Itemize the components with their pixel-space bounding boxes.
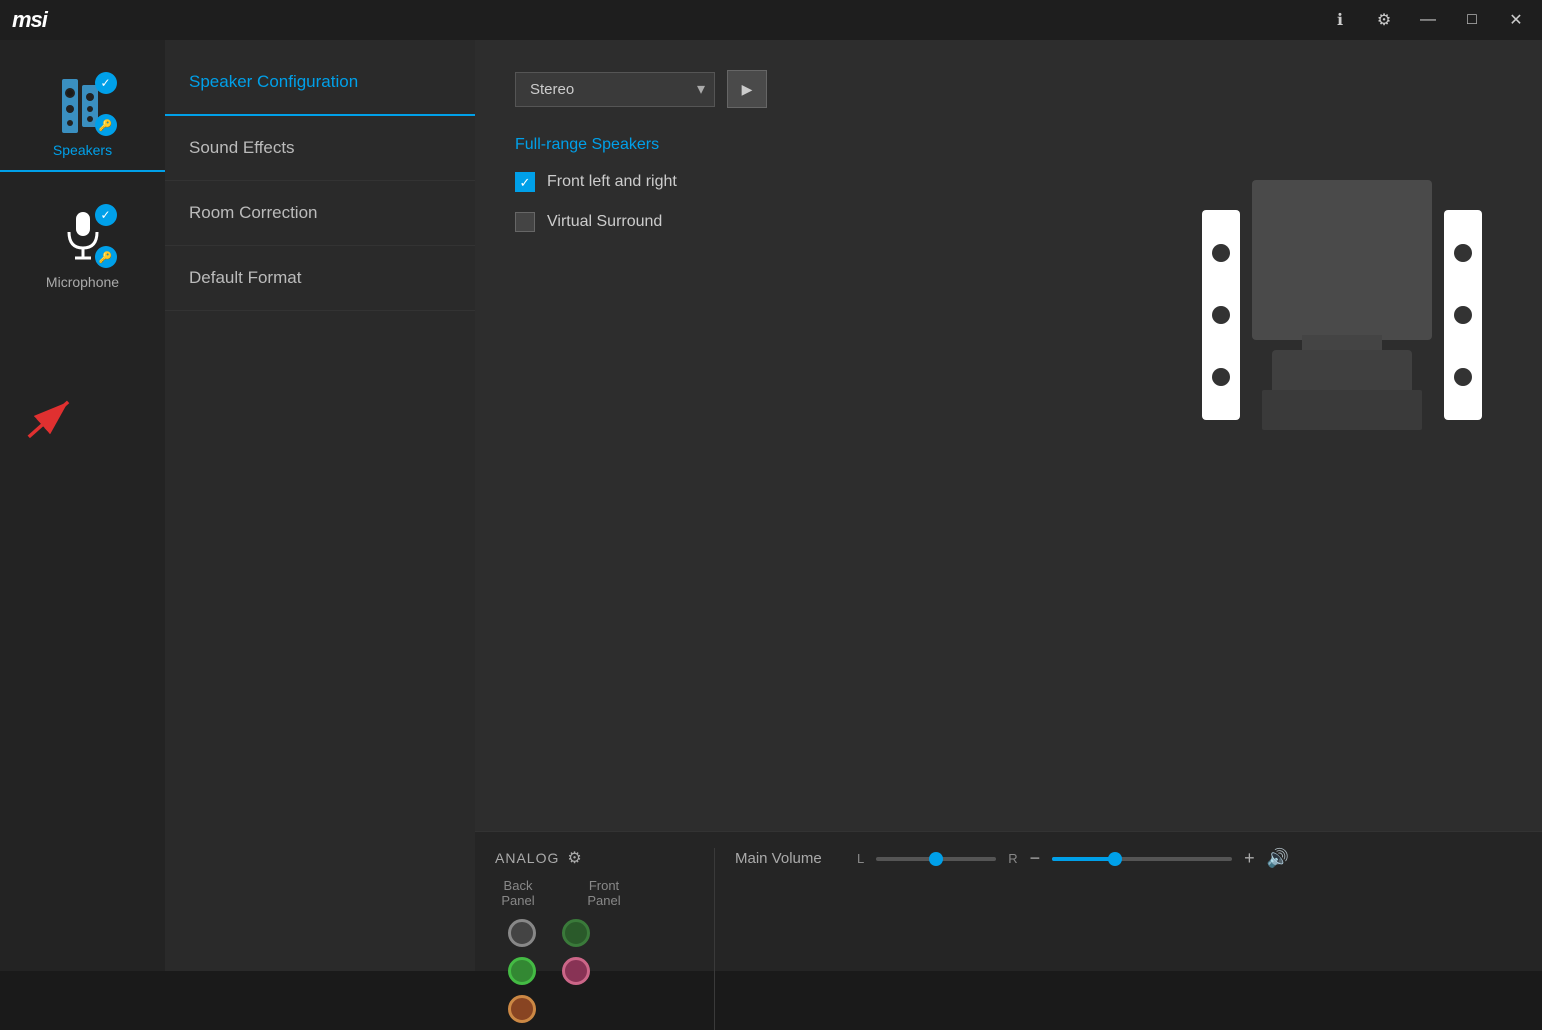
volume-speaker-icon: 🔊 [1267, 848, 1289, 869]
speaker-dot [1212, 306, 1230, 324]
panel-headers: Back Panel Front Panel [495, 878, 694, 908]
monitor-base [1272, 350, 1412, 395]
arrow-indicator [20, 380, 90, 455]
microphone-icon-wrap: ✓ 🔑 [53, 208, 113, 268]
close-button[interactable]: ✕ [1502, 6, 1530, 34]
lr-thumb [929, 852, 943, 866]
msi-logo: msi [12, 7, 47, 33]
back-panel-label: Back Panel [495, 878, 541, 908]
right-speaker [1444, 210, 1482, 420]
info-button[interactable]: ℹ [1326, 6, 1354, 34]
volume-plus-button[interactable]: + [1244, 848, 1255, 869]
stereo-row: Stereo Quadraphonic 5.1 Surround 7.1 Sur… [515, 70, 1502, 108]
monitor-base-bottom [1262, 390, 1422, 430]
volume-row: Main Volume L R − + 🔊 [735, 848, 1522, 869]
jack-back-2[interactable] [508, 957, 536, 985]
jack-row-3 [495, 992, 694, 1026]
jack-front-2[interactable] [562, 957, 590, 985]
title-bar: msi ℹ ⚙ — □ ✕ [0, 0, 1542, 40]
speaker-diagram [1202, 180, 1482, 520]
main-content: Stereo Quadraphonic 5.1 Surround 7.1 Sur… [475, 40, 1542, 831]
speaker-dot [1454, 368, 1472, 386]
jack-front-1[interactable] [562, 919, 590, 947]
speaker-dot [1454, 244, 1472, 262]
stereo-select-wrapper: Stereo Quadraphonic 5.1 Surround 7.1 Sur… [515, 72, 715, 107]
checkmark-icon: ✓ [520, 176, 531, 189]
sidebar: ✓ 🔑 Speakers ✓ 🔑 Microphone [0, 40, 165, 971]
analog-settings-gear-icon[interactable]: ⚙ [567, 848, 581, 868]
left-speaker [1202, 210, 1240, 420]
microphone-check-badge: ✓ [95, 204, 117, 226]
title-bar-left: msi [12, 7, 47, 33]
virtual-surround-label: Virtual Surround [547, 213, 662, 231]
nav-item-sound-effects[interactable]: Sound Effects [165, 116, 475, 181]
nav-item-speaker-config[interactable]: Speaker Configuration [165, 50, 475, 116]
checkbox-virtual-surround[interactable] [515, 212, 535, 232]
speakers-icon-wrap: ✓ 🔑 [53, 76, 113, 136]
play-button[interactable]: ▶ [727, 70, 767, 108]
minimize-button[interactable]: — [1414, 6, 1442, 34]
speakers-label: Speakers [53, 142, 112, 158]
jack-row-1 [495, 916, 694, 950]
maximize-button[interactable]: □ [1458, 6, 1486, 34]
sidebar-item-microphone[interactable]: ✓ 🔑 Microphone [0, 192, 165, 302]
jack-row-2 [495, 954, 694, 988]
nav-item-room-correction[interactable]: Room Correction [165, 181, 475, 246]
jack-back-3[interactable] [508, 995, 536, 1023]
speakers-key-badge: 🔑 [95, 114, 117, 136]
stereo-select[interactable]: Stereo Quadraphonic 5.1 Surround 7.1 Sur… [515, 72, 715, 107]
analog-header: ANALOG ⚙ [495, 848, 694, 868]
bottom-bar: ANALOG ⚙ Back Panel Front Panel [475, 831, 1542, 971]
jack-back-1[interactable] [508, 919, 536, 947]
title-bar-right: ℹ ⚙ — □ ✕ [1326, 6, 1530, 34]
arrow-svg [20, 380, 90, 450]
speakers-check-badge: ✓ [95, 72, 117, 94]
main-vol-thumb [1108, 852, 1122, 866]
speaker-dot [1212, 244, 1230, 262]
monitor-screen [1252, 180, 1432, 340]
volume-title: Main Volume [735, 850, 845, 867]
r-label: R [1008, 851, 1017, 866]
microphone-label: Microphone [46, 274, 119, 290]
nav-item-default-format[interactable]: Default Format [165, 246, 475, 311]
checkbox-front-lr[interactable]: ✓ [515, 172, 535, 192]
main-volume-slider[interactable] [1052, 857, 1232, 861]
settings-button[interactable]: ⚙ [1370, 6, 1398, 34]
nav-panel: Speaker Configuration Sound Effects Room… [165, 40, 475, 971]
speaker-dot [1212, 368, 1230, 386]
full-range-label: Full-range Speakers [515, 136, 1502, 154]
front-lr-label: Front left and right [547, 173, 677, 191]
volume-minus-button[interactable]: − [1030, 848, 1041, 869]
microphone-key-badge: 🔑 [95, 246, 117, 268]
analog-label: ANALOG [495, 850, 559, 866]
lr-balance-slider[interactable] [876, 857, 996, 861]
speaker-dot [1454, 306, 1472, 324]
l-label: L [857, 851, 864, 866]
analog-section: ANALOG ⚙ Back Panel Front Panel [495, 848, 715, 1030]
front-panel-label: Front Panel [581, 878, 627, 908]
sidebar-item-speakers[interactable]: ✓ 🔑 Speakers [0, 60, 165, 172]
main-vol-fill [1052, 857, 1115, 861]
volume-section: Main Volume L R − + 🔊 [735, 848, 1522, 869]
